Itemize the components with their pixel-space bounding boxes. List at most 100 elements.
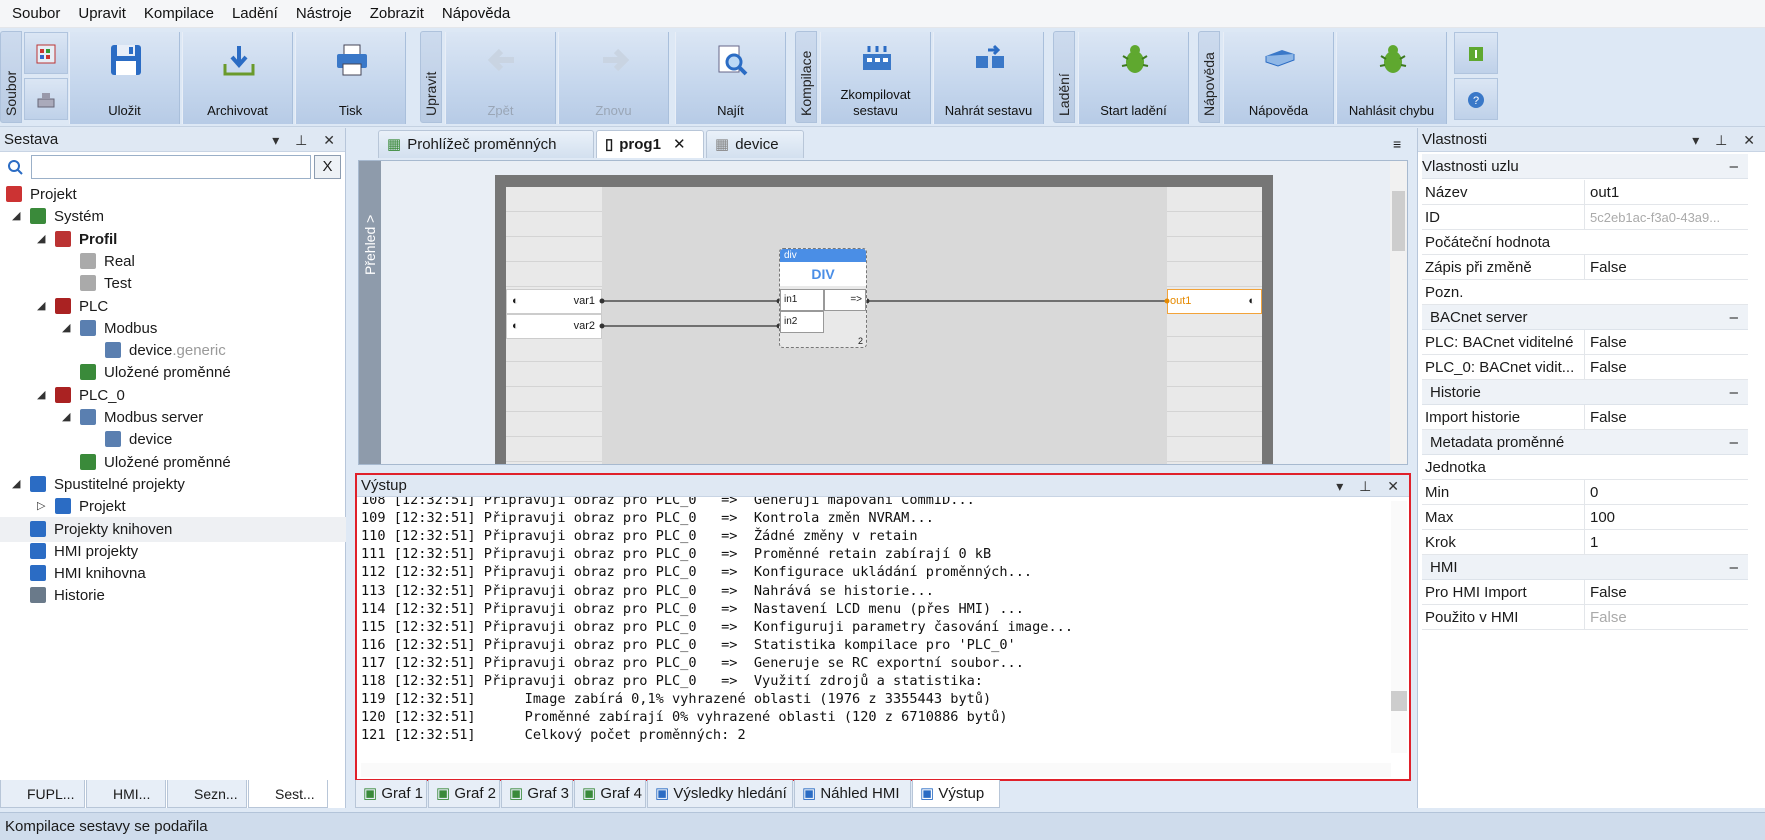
menu-ladeni[interactable]: Ladění — [223, 0, 287, 28]
expand-arrow-icon[interactable]: ◢ — [37, 383, 45, 408]
prop-value[interactable]: False — [1584, 405, 1744, 430]
prop-max[interactable]: Max 100 — [1422, 505, 1748, 530]
menu-nastroje[interactable]: Nástroje — [287, 0, 361, 28]
tab-sestava[interactable]: Sest... — [248, 780, 328, 808]
tree-item[interactable]: HMI knihovna — [0, 561, 346, 586]
prop-name[interactable]: Název out1 — [1422, 180, 1748, 205]
tab-seznam[interactable]: Sezn... — [167, 780, 247, 808]
tab-device[interactable]: ▦ device — [706, 130, 804, 158]
tab-variable-browser[interactable]: ▦ Prohlížeč proměnných — [378, 130, 594, 158]
input-pin-in1[interactable]: in1 — [780, 289, 824, 311]
redo-button[interactable]: Znovu — [558, 32, 669, 124]
prop-value[interactable]: out1 — [1584, 180, 1744, 205]
expand-arrow-icon[interactable]: ◢ — [12, 472, 20, 497]
tab-fupl[interactable]: FUPL... — [0, 780, 85, 808]
expand-arrow-icon[interactable]: ▷ — [37, 494, 45, 519]
tree-item[interactable]: HMI projekty — [0, 539, 346, 564]
report-bug-button[interactable]: Nahlásit chybu — [1336, 32, 1447, 124]
tree-item[interactable]: ◢ Modbus server — [0, 405, 346, 430]
output-tab[interactable]: ▣ Graf 1 — [355, 780, 427, 808]
menu-napoveda[interactable]: Nápověda — [433, 0, 519, 28]
search-input[interactable] — [31, 155, 311, 179]
undo-button[interactable]: Zpět — [445, 32, 556, 124]
output-tab[interactable]: ▣ Náhled HMI — [794, 780, 911, 808]
tree-item[interactable]: device.generic — [0, 338, 346, 363]
expand-arrow-icon[interactable]: ◢ — [37, 294, 45, 319]
output-tab[interactable]: ▣ Výsledky hledání — [647, 780, 793, 808]
tab-hmi[interactable]: HMI... — [86, 780, 166, 808]
prop-write-on-change[interactable]: Zápis při změně False — [1422, 255, 1748, 280]
prop-value[interactable]: 100 — [1584, 505, 1744, 530]
expand-arrow-icon[interactable]: ◢ — [62, 316, 70, 341]
output-tab[interactable]: ▣ Graf 2 — [428, 780, 500, 808]
prop-value[interactable]: False — [1584, 355, 1744, 380]
expand-arrow-icon[interactable]: ◢ — [62, 405, 70, 430]
print-button[interactable]: Tisk — [295, 32, 406, 124]
tree-item[interactable]: device — [0, 427, 346, 452]
prop-value[interactable]: 5c2eb1ac-f3a0-43a9... — [1584, 205, 1744, 230]
section-hmi[interactable]: HMI – — [1422, 555, 1748, 580]
prop-value[interactable]: False — [1584, 330, 1744, 355]
tree-item[interactable]: ◢ Spustitelné projekty — [0, 472, 346, 497]
new-project-button[interactable] — [24, 32, 68, 74]
tree-item[interactable]: ◢ PLC_0 — [0, 383, 346, 408]
tab-prog1[interactable]: ▯ prog1 ✕ — [596, 130, 704, 158]
expand-arrow-icon[interactable]: ◢ — [12, 204, 20, 229]
section-metadata[interactable]: Metadata proměnné – — [1422, 430, 1748, 455]
start-debug-button[interactable]: Start ladění — [1078, 32, 1189, 124]
tree-item[interactable]: Projekt — [0, 182, 346, 207]
tree-item[interactable]: Test — [0, 271, 346, 296]
section-history[interactable]: Historie – — [1422, 380, 1748, 405]
save-button[interactable]: Uložit — [69, 32, 180, 124]
prop-min[interactable]: Min 0 — [1422, 480, 1748, 505]
close-icon[interactable]: ✕ — [673, 136, 686, 153]
prop-plc-bacnet[interactable]: PLC: BACnet viditelné False — [1422, 330, 1748, 355]
output-vscroll[interactable] — [1391, 501, 1407, 753]
project-tree-button[interactable] — [24, 78, 68, 120]
compile-button[interactable]: Zkompilovat sestavu — [820, 32, 931, 124]
panel-controls[interactable]: ▾ ⊥ ✕ — [1692, 128, 1761, 152]
tree-item[interactable]: ◢ PLC — [0, 294, 346, 319]
tab-list-icon[interactable]: ≡ — [1393, 136, 1401, 152]
upload-button[interactable]: Nahrát sestavu — [933, 32, 1044, 124]
output-hscroll[interactable] — [361, 763, 1391, 777]
clear-search-button[interactable]: X — [314, 155, 341, 179]
output-tab[interactable]: ▣ Výstup — [912, 780, 1000, 808]
tree-item[interactable]: Historie — [0, 583, 346, 608]
div-block[interactable]: div DIV in1 in2 => 2 — [779, 248, 867, 348]
archive-button[interactable]: Archivovat — [182, 32, 293, 124]
prop-hmi-import[interactable]: Pro HMI Import False — [1422, 580, 1748, 605]
prop-value[interactable]: False — [1584, 605, 1744, 630]
question-button[interactable]: ? — [1454, 78, 1498, 120]
output-tab[interactable]: ▣ Graf 3 — [501, 780, 573, 808]
help-button[interactable]: Nápověda — [1223, 32, 1334, 124]
prop-value[interactable]: False — [1584, 580, 1744, 605]
output-tab[interactable]: ▣ Graf 4 — [574, 780, 646, 808]
section-bacnet[interactable]: BACnet server – — [1422, 305, 1748, 330]
tree-item[interactable]: Uložené proměnné — [0, 360, 346, 385]
section-node[interactable]: Vlastnosti uzlu – — [1422, 154, 1748, 179]
tree-item[interactable]: Uložené proměnné — [0, 450, 346, 475]
prop-note[interactable]: Pozn. — [1422, 280, 1748, 305]
output-pin[interactable]: => — [824, 289, 866, 311]
prop-value[interactable]: False — [1584, 255, 1744, 280]
prop-value[interactable]: 0 — [1584, 480, 1744, 505]
expand-arrow-icon[interactable]: ◢ — [37, 227, 45, 252]
prop-init[interactable]: Počáteční hodnota — [1422, 230, 1748, 255]
find-button[interactable]: Najít — [675, 32, 786, 124]
canvas-scrollbar[interactable] — [1390, 161, 1407, 464]
tree-item[interactable]: ◢ Systém — [0, 204, 346, 229]
prop-value[interactable]: 1 — [1584, 530, 1744, 555]
tree-item[interactable]: Projekty knihoven — [0, 516, 346, 542]
menu-upravit[interactable]: Upravit — [69, 0, 135, 28]
prop-unit[interactable]: Jednotka — [1422, 455, 1748, 480]
diagram-canvas[interactable]: Přehled > ◐ var1 ◐ var2 out1 ◐ div DIV in1 … — [358, 160, 1408, 465]
tree-item[interactable]: ▷ Projekt — [0, 494, 346, 519]
tree-item[interactable]: ◢ Profil — [0, 227, 346, 252]
prop-plc0-bacnet[interactable]: PLC_0: BACnet vidit... False — [1422, 355, 1748, 380]
panel-controls[interactable]: ▾ ⊥ ✕ — [1336, 475, 1405, 497]
tree-item[interactable]: Real — [0, 249, 346, 274]
prop-step[interactable]: Krok 1 — [1422, 530, 1748, 555]
tree-item[interactable]: ◢ Modbus — [0, 316, 346, 341]
panel-controls[interactable]: ▾ ⊥ ✕ — [272, 128, 341, 152]
